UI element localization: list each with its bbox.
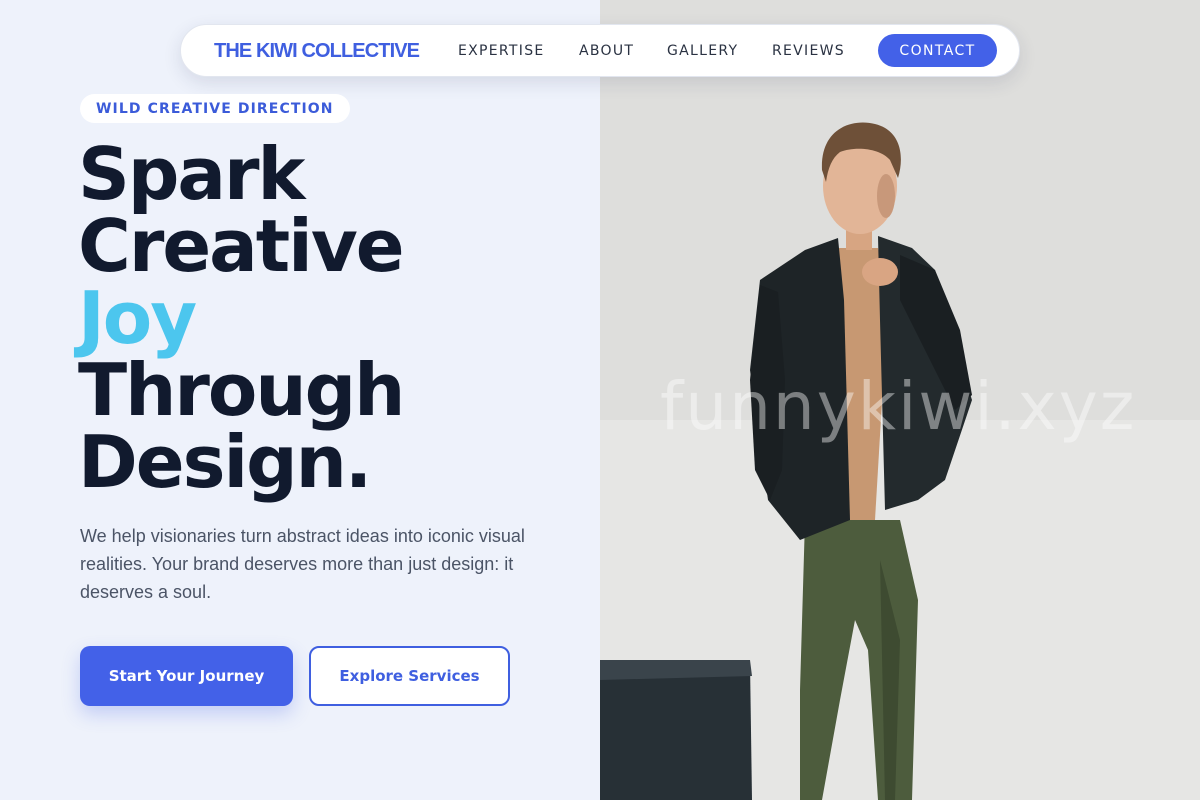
nav-link-about[interactable]: ABOUT <box>579 43 634 59</box>
photo-watermark: funnykiwi.xyz <box>660 368 1137 445</box>
brand-logo[interactable]: THE KIWI COLLECTIVE <box>214 40 420 63</box>
nav-link-gallery[interactable]: GALLERY <box>667 43 738 59</box>
contact-button[interactable]: CONTACT <box>878 34 997 67</box>
nav-link-reviews[interactable]: REVIEWS <box>772 43 845 59</box>
eyebrow-badge: WILD CREATIVE DIRECTION <box>80 94 350 123</box>
headline-line-2: Creative <box>78 204 405 288</box>
nav-link-expertise[interactable]: EXPERTISE <box>458 43 545 59</box>
hero-description: We help visionaries turn abstract ideas … <box>80 526 525 602</box>
top-navbar: THE KIWI COLLECTIVE EXPERTISE ABOUT GALL… <box>180 24 1020 77</box>
headline-accent-word: Joy <box>78 276 197 360</box>
headline-line-1: Spark <box>78 132 305 216</box>
headline-line-5: Design. <box>78 420 372 504</box>
start-journey-button[interactable]: Start Your Journey <box>80 646 293 706</box>
headline-line-4: Through <box>78 348 405 432</box>
explore-services-button[interactable]: Explore Services <box>309 646 510 706</box>
